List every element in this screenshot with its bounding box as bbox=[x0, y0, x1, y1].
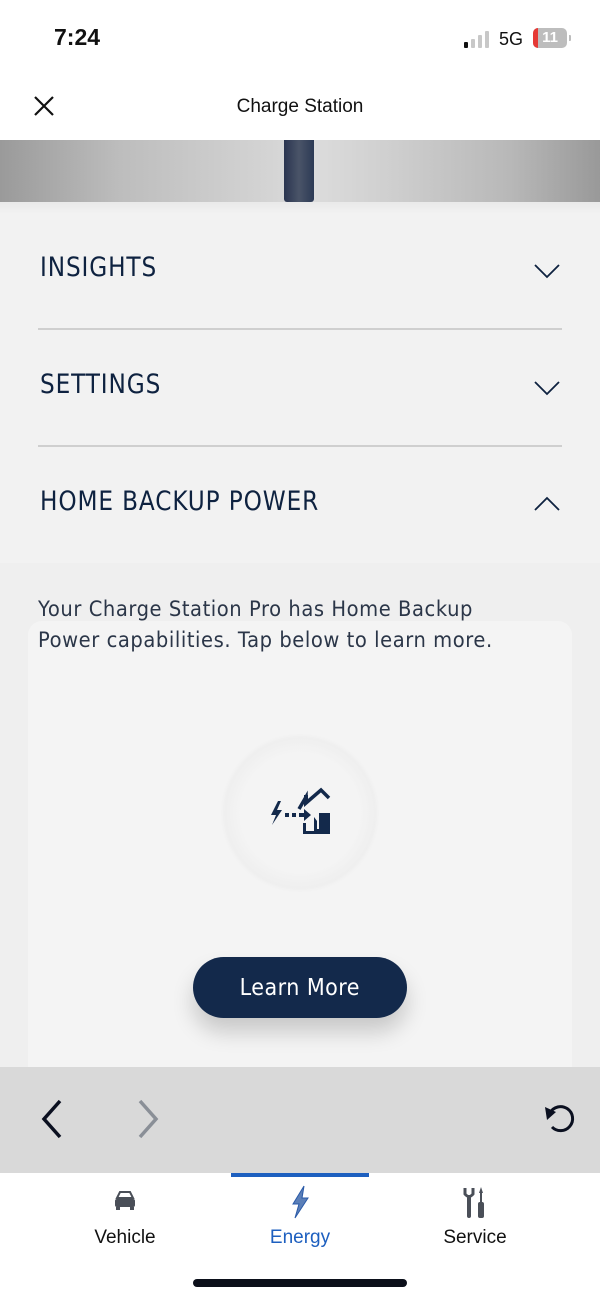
signal-icon bbox=[464, 30, 492, 48]
home-backup-description: Your Charge Station Pro has Home Backup … bbox=[38, 597, 493, 652]
accordion-insights-title: INSIGHTS bbox=[40, 252, 158, 283]
accordion-home-backup-power-title: HOME BACKUP POWER bbox=[40, 486, 320, 517]
learn-more-button[interactable]: Learn More bbox=[193, 957, 407, 1018]
battery-level: 11 bbox=[542, 29, 558, 46]
status-time: 7:24 bbox=[54, 24, 101, 50]
tab-energy[interactable]: Energy bbox=[220, 1183, 380, 1253]
back-button[interactable] bbox=[32, 1095, 72, 1139]
charging-cable-image bbox=[284, 140, 314, 202]
chevron-down-icon bbox=[534, 264, 560, 279]
divider bbox=[38, 328, 562, 330]
page-title: Charge Station bbox=[236, 96, 364, 117]
browser-toolbar bbox=[0, 1067, 600, 1173]
network-type: 5G bbox=[499, 29, 524, 49]
hero-fade bbox=[0, 202, 600, 214]
chevron-left-icon bbox=[41, 1099, 62, 1139]
tab-vehicle-label: Vehicle bbox=[94, 1227, 156, 1248]
wrench-screwdriver-icon bbox=[463, 1187, 484, 1218]
car-icon bbox=[115, 1191, 135, 1210]
active-tab-indicator bbox=[231, 1173, 369, 1177]
chevron-up-icon bbox=[534, 496, 560, 511]
accordion-settings[interactable]: SETTINGS bbox=[38, 357, 562, 417]
battery-tip bbox=[569, 35, 571, 41]
home-indicator bbox=[193, 1279, 407, 1287]
tab-service-label: Service bbox=[443, 1227, 507, 1248]
lightning-icon bbox=[292, 1185, 309, 1219]
chevron-right-icon bbox=[138, 1099, 159, 1139]
tab-vehicle[interactable]: Vehicle bbox=[45, 1183, 205, 1253]
charge-station-image bbox=[0, 140, 600, 202]
tab-energy-label: Energy bbox=[269, 1227, 331, 1248]
battery-icon: 11 bbox=[533, 28, 567, 48]
forward-button[interactable] bbox=[128, 1095, 168, 1139]
chevron-down-icon bbox=[534, 381, 560, 396]
divider bbox=[38, 445, 562, 447]
home-backup-icon-badge bbox=[224, 737, 376, 889]
tab-service[interactable]: Service bbox=[395, 1183, 555, 1253]
home-backup-power-icon bbox=[271, 787, 331, 834]
reload-button[interactable] bbox=[540, 1095, 580, 1139]
learn-more-label: Learn More bbox=[239, 974, 361, 1001]
bottom-tab-bar: Vehicle Energy Service bbox=[0, 1173, 600, 1300]
nav-header: Charge Station bbox=[0, 78, 600, 140]
status-bar: 7:24 5G 11 bbox=[0, 0, 600, 78]
accordion-home-backup-power[interactable]: HOME BACKUP POWER bbox=[38, 474, 562, 534]
reload-icon bbox=[545, 1105, 575, 1133]
accordion-insights[interactable]: INSIGHTS bbox=[38, 240, 562, 300]
accordion-settings-title: SETTINGS bbox=[40, 369, 162, 400]
